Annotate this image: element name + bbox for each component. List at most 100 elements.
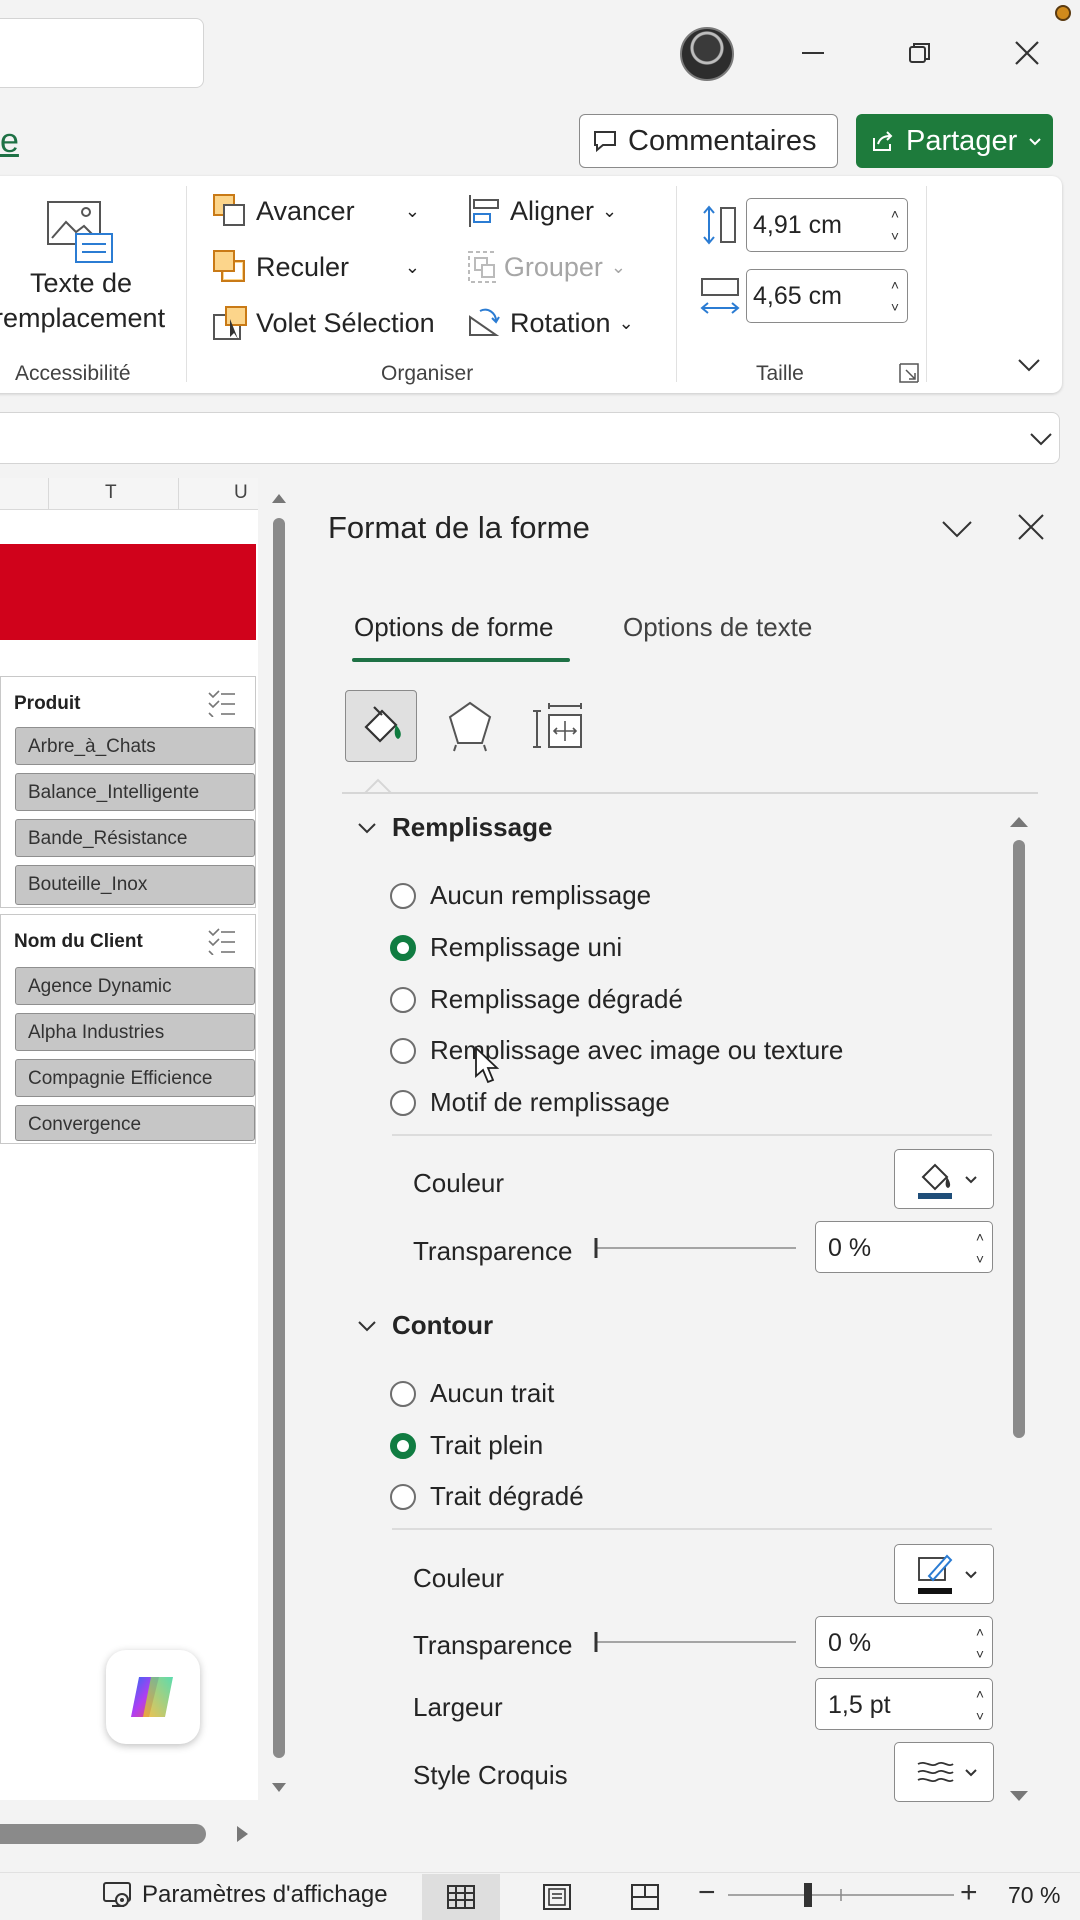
- tab-text-options[interactable]: Options de texte: [623, 612, 812, 643]
- slicer-item[interactable]: Convergence: [15, 1105, 255, 1141]
- active-tab-indicator: [352, 658, 570, 662]
- sketch-style-dropdown[interactable]: [894, 1742, 994, 1802]
- align-button[interactable]: Aligner ⌄: [466, 190, 626, 232]
- zoom-slider[interactable]: [728, 1882, 954, 1908]
- radio-button[interactable]: [390, 1483, 416, 1510]
- slicer-title: Nom du Client: [14, 931, 143, 952]
- alt-text-button[interactable]: Texte de remplacement: [0, 190, 165, 340]
- radio-pattern-fill[interactable]: Motif de remplissage: [390, 1087, 670, 1118]
- ribbon-tab-partial[interactable]: e: [0, 122, 19, 161]
- size-properties-tab[interactable]: [522, 690, 594, 762]
- comments-button[interactable]: Commentaires: [579, 114, 838, 168]
- scrollbar-thumb[interactable]: [273, 518, 285, 1758]
- line-transparency-spinner[interactable]: ˄ ˅: [976, 1621, 984, 1665]
- scrollbar-thumb[interactable]: [1013, 840, 1025, 1438]
- tab-shape-options[interactable]: Options de forme: [354, 612, 553, 643]
- zoom-level[interactable]: 70 %: [1008, 1882, 1060, 1909]
- shape-height-icon: [703, 205, 736, 245]
- ribbon-separator: [186, 186, 187, 382]
- search-box[interactable]: [0, 18, 204, 88]
- page-break-view-button[interactable]: [622, 1874, 668, 1920]
- width-spinner[interactable]: ˄ ˅: [891, 274, 899, 318]
- rotate-button[interactable]: Rotation ⌄: [466, 302, 646, 344]
- restore-button[interactable]: [895, 30, 945, 76]
- expand-formula-bar-icon[interactable]: [1028, 426, 1054, 452]
- formula-bar[interactable]: [0, 412, 1060, 464]
- bring-forward-button[interactable]: Avancer ⌄: [212, 190, 420, 232]
- line-section-header[interactable]: Contour: [356, 1310, 493, 1341]
- fill-color-dropdown[interactable]: [894, 1149, 994, 1209]
- dialog-launcher-icon[interactable]: [898, 362, 920, 384]
- radio-button[interactable]: [390, 1380, 416, 1407]
- radio-button[interactable]: [390, 1037, 416, 1064]
- share-button[interactable]: Partager: [856, 114, 1053, 168]
- radio-button[interactable]: [390, 986, 416, 1013]
- bring-forward-icon: [213, 194, 245, 226]
- radio-no-line[interactable]: Aucun trait: [390, 1378, 554, 1409]
- display-settings-button[interactable]: Paramètres d'affichage: [102, 1880, 388, 1910]
- close-window-button[interactable]: [1002, 30, 1052, 76]
- radio-gradient-fill[interactable]: Remplissage dégradé: [390, 984, 683, 1015]
- slicer-item[interactable]: Bande_Résistance: [15, 819, 255, 857]
- slicer-item[interactable]: Arbre_à_Chats: [15, 727, 255, 765]
- line-color-dropdown[interactable]: [894, 1544, 994, 1604]
- slicer-item[interactable]: Balance_Intelligente: [15, 773, 255, 811]
- radio-solid-fill[interactable]: Remplissage uni: [390, 932, 622, 963]
- slicer-item[interactable]: Agence Dynamic: [15, 967, 255, 1005]
- pane-options-chevron-icon[interactable]: [940, 514, 974, 542]
- zoom-out-button[interactable]: −: [698, 1876, 716, 1910]
- fill-transparency-spinner[interactable]: ˄ ˅: [976, 1226, 984, 1270]
- radio-button-selected[interactable]: [390, 1432, 416, 1459]
- group-button[interactable]: Grouper ⌄: [466, 246, 626, 288]
- line-transparency-input[interactable]: 0 % ˄ ˅: [815, 1616, 993, 1668]
- effects-tab[interactable]: [434, 690, 506, 762]
- selection-pane-button[interactable]: Volet Sélection: [212, 302, 440, 344]
- fill-section-header[interactable]: Remplissage: [356, 812, 552, 843]
- display-settings-label: Paramètres d'affichage: [142, 1881, 388, 1908]
- chevron-down-icon: [1029, 138, 1041, 146]
- collapse-ribbon-icon[interactable]: [1016, 352, 1042, 378]
- slicer-produit[interactable]: Produit Arbre_à_Chats Balance_Intelligen…: [0, 676, 256, 908]
- minimize-button[interactable]: [788, 30, 838, 76]
- close-pane-icon[interactable]: [1016, 512, 1046, 542]
- normal-view-button[interactable]: [422, 1874, 500, 1920]
- column-header-t[interactable]: T: [105, 482, 117, 504]
- sheet-vertical-scrollbar[interactable]: [270, 488, 288, 1798]
- fill-transparency-input[interactable]: 0 % ˄ ˅: [815, 1221, 993, 1273]
- line-transparency-slider[interactable]: [594, 1630, 798, 1654]
- radio-button[interactable]: [390, 1089, 416, 1116]
- slicer-nom-du-client[interactable]: Nom du Client Agence Dynamic Alpha Indus…: [0, 914, 256, 1144]
- send-backward-button[interactable]: Reculer ⌄: [212, 246, 420, 288]
- radio-solid-line[interactable]: Trait plein: [390, 1430, 543, 1461]
- fill-line-tab[interactable]: [345, 690, 417, 762]
- radio-button-selected[interactable]: [390, 934, 416, 961]
- radio-gradient-line[interactable]: Trait dégradé: [390, 1481, 584, 1512]
- sketch-line-icon: [917, 1761, 954, 1783]
- copilot-button[interactable]: [106, 1650, 200, 1744]
- line-width-spinner[interactable]: ˄ ˅: [976, 1683, 984, 1727]
- multi-select-icon[interactable]: [207, 689, 237, 717]
- radio-button[interactable]: [390, 882, 416, 909]
- radio-no-fill[interactable]: Aucun remplissage: [390, 880, 651, 911]
- slicer-item[interactable]: Alpha Industries: [15, 1013, 255, 1051]
- sheet-horizontal-scrollbar-thumb[interactable]: [0, 1824, 206, 1844]
- fill-transparency-slider[interactable]: [594, 1236, 798, 1260]
- slicer-item[interactable]: Bouteille_Inox: [15, 865, 255, 905]
- multi-select-icon[interactable]: [207, 927, 237, 955]
- height-spinner[interactable]: ˄ ˅: [891, 203, 899, 247]
- zoom-in-button[interactable]: +: [960, 1876, 978, 1910]
- paint-bucket-icon: [364, 706, 401, 743]
- shape-height-input[interactable]: 4,91 cm ˄ ˅: [746, 198, 908, 252]
- line-width-input[interactable]: 1,5 pt ˄ ˅: [815, 1678, 993, 1730]
- radio-label: Trait plein: [430, 1430, 544, 1460]
- alt-text-icon: [47, 201, 113, 263]
- slicer-item[interactable]: Compagnie Efficience: [15, 1059, 255, 1097]
- pane-vertical-scrollbar[interactable]: [1006, 812, 1032, 1812]
- shape-width-input[interactable]: 4,65 cm ˄ ˅: [746, 269, 908, 323]
- column-header-u[interactable]: U: [234, 482, 248, 504]
- avatar[interactable]: [680, 27, 734, 81]
- page-layout-view-button[interactable]: [534, 1874, 580, 1920]
- scroll-right-arrow-icon[interactable]: [232, 1824, 252, 1844]
- red-banner-shape[interactable]: [0, 544, 256, 640]
- radio-picture-fill[interactable]: Remplissage avec image ou texture: [390, 1035, 843, 1066]
